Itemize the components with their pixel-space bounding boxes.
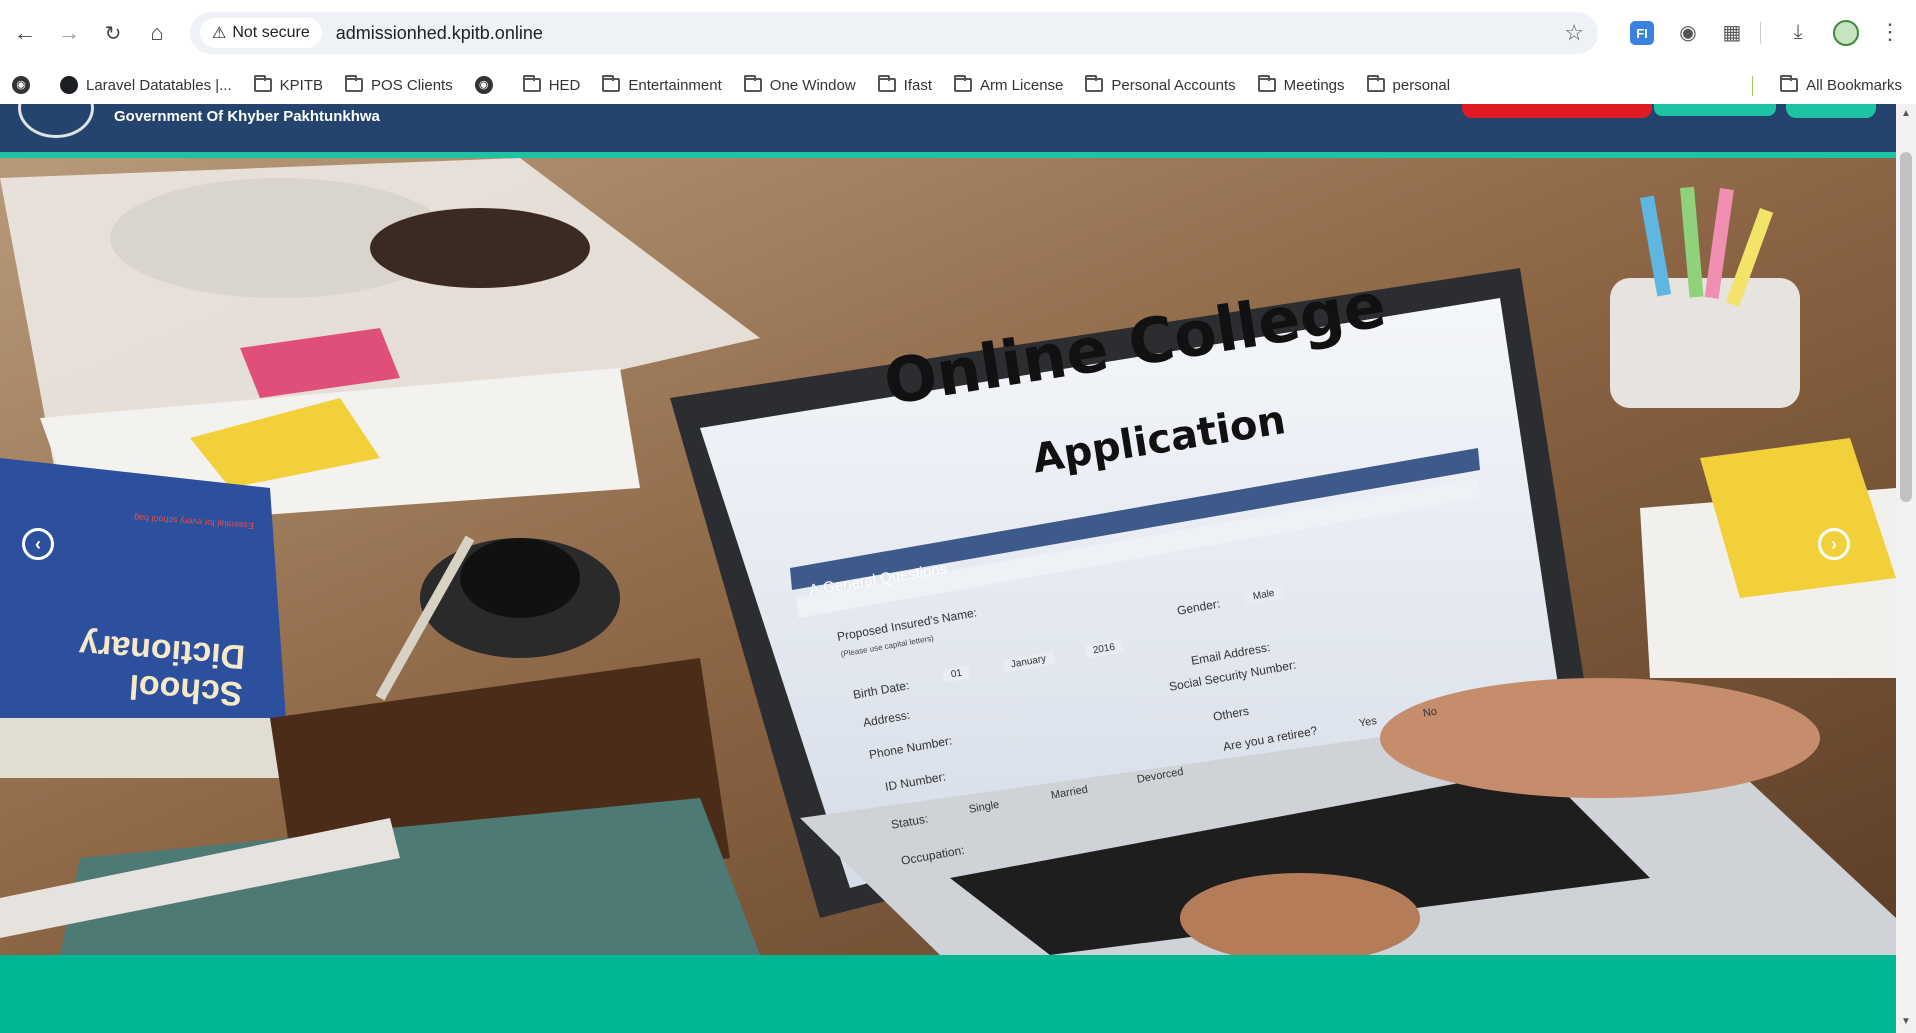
bookmark-label: Meetings xyxy=(1283,76,1345,94)
scroll-down-icon[interactable]: ▼ xyxy=(1900,1016,1912,1027)
bookmarks-bar: ◉ Laravel Datatables |... KPITB POS Clie… xyxy=(0,66,1916,104)
home-icon[interactable]: ⌂ xyxy=(140,16,174,50)
bookmark-globe-2[interactable]: ◉ xyxy=(474,76,501,94)
page-scrollbar[interactable]: ▲ ▼ xyxy=(1896,104,1916,1033)
bookmark-laravel[interactable]: Laravel Datatables |... xyxy=(60,76,232,94)
camera-icon[interactable]: ◉ xyxy=(1674,18,1702,46)
bookmarks-divider xyxy=(1752,76,1753,96)
carousel-prev-icon[interactable]: ‹ xyxy=(22,528,54,560)
bookmark-kpitb[interactable]: KPITB xyxy=(253,75,324,94)
reload-icon[interactable]: ↻ xyxy=(96,16,130,50)
folder-icon xyxy=(1780,75,1799,92)
globe-icon: ◉ xyxy=(12,76,30,94)
hero-carousel: Online College Application A.General Que… xyxy=(0,158,1896,955)
folder-icon xyxy=(345,75,364,92)
bookmark-arm-license[interactable]: Arm License xyxy=(954,75,1064,94)
scrollbar-thumb[interactable] xyxy=(1900,152,1912,502)
hero-slide-image xyxy=(0,158,1896,955)
site-header: Government Of Khyber Pakhtunkhwa xyxy=(0,104,1896,152)
address-bar[interactable]: ⚠ Not secure admissionhed.kpitb.online ☆ xyxy=(190,12,1598,54)
carousel-next-icon[interactable]: › xyxy=(1818,528,1850,560)
page-viewport: Government Of Khyber Pakhtunkhwa Online … xyxy=(0,104,1896,1033)
bookmark-label: Laravel Datatables |... xyxy=(86,76,232,94)
folder-icon xyxy=(743,75,762,92)
all-bookmarks[interactable]: All Bookmarks xyxy=(1780,66,1902,104)
bookmark-label: Personal Accounts xyxy=(1111,76,1236,94)
extensions-puzzle-icon[interactable]: ▦ xyxy=(1718,18,1746,46)
bookmark-label: Entertainment xyxy=(628,76,722,94)
globe-icon: ◉ xyxy=(474,76,493,94)
forward-icon[interactable]: → xyxy=(52,16,86,50)
bookmark-label: KPITB xyxy=(279,76,324,94)
bookmark-label: HED xyxy=(548,76,581,94)
bookmark-personal[interactable]: personal xyxy=(1366,75,1451,94)
browser-chrome: ← → ↻ ⌂ ⚠ Not secure admissionhed.kpitb.… xyxy=(0,0,1916,104)
folder-icon xyxy=(877,75,896,92)
scroll-up-icon[interactable]: ▲ xyxy=(1900,108,1912,119)
bookmark-pos-clients[interactable]: POS Clients xyxy=(345,75,453,94)
slide-field-no: No xyxy=(1422,705,1438,720)
bookmark-entertainment[interactable]: Entertainment xyxy=(602,75,722,94)
folder-icon xyxy=(522,75,541,92)
download-icon[interactable]: ⤓ xyxy=(1784,18,1812,46)
bookmark-label: Ifast xyxy=(903,76,933,94)
bookmark-meetings[interactable]: Meetings xyxy=(1257,75,1345,94)
bookmark-hed[interactable]: HED xyxy=(522,75,581,94)
bookmark-personal-accounts[interactable]: Personal Accounts xyxy=(1085,75,1236,94)
bookmark-label: personal xyxy=(1392,76,1451,94)
kp-logo-icon xyxy=(18,104,94,138)
extension-fi-icon[interactable]: FI xyxy=(1630,21,1654,45)
back-icon[interactable]: ← xyxy=(8,16,42,50)
header-teal-button-2[interactable] xyxy=(1786,104,1876,118)
bookmark-label: POS Clients xyxy=(371,76,453,94)
folder-icon xyxy=(954,75,973,92)
warning-icon: ⚠ xyxy=(212,25,227,42)
menu-dots-icon[interactable]: ⋮ xyxy=(1876,18,1904,46)
bookmark-star-icon[interactable]: ☆ xyxy=(1564,20,1584,46)
folder-icon xyxy=(1085,75,1104,92)
folder-icon xyxy=(253,75,272,92)
folder-icon xyxy=(1366,75,1385,92)
bookmark-label: One Window xyxy=(769,76,856,94)
browser-toolbar: ← → ↻ ⌂ ⚠ Not secure admissionhed.kpitb.… xyxy=(0,0,1916,66)
url-text[interactable]: admissionhed.kpitb.online xyxy=(336,23,543,44)
government-label: Government Of Khyber Pakhtunkhwa xyxy=(114,108,380,125)
bookmark-globe[interactable]: ◉ xyxy=(12,76,38,94)
bookmark-one-window[interactable]: One Window xyxy=(743,75,856,94)
all-bookmarks-label: All Bookmarks xyxy=(1806,76,1902,94)
folder-icon xyxy=(602,75,621,92)
toolbar-divider xyxy=(1760,22,1761,44)
teal-section xyxy=(0,955,1896,1033)
security-label: Not secure xyxy=(232,24,310,41)
folder-icon xyxy=(1257,75,1276,92)
header-red-button[interactable] xyxy=(1462,104,1652,118)
github-icon xyxy=(60,76,78,94)
profile-avatar[interactable] xyxy=(1833,20,1859,46)
bookmark-label: Arm License xyxy=(980,76,1064,94)
security-chip[interactable]: ⚠ Not secure xyxy=(200,18,322,48)
header-teal-button-1[interactable] xyxy=(1652,104,1778,118)
bookmark-ifast[interactable]: Ifast xyxy=(877,75,933,94)
dictionary-title: School Dictionary xyxy=(77,625,247,713)
